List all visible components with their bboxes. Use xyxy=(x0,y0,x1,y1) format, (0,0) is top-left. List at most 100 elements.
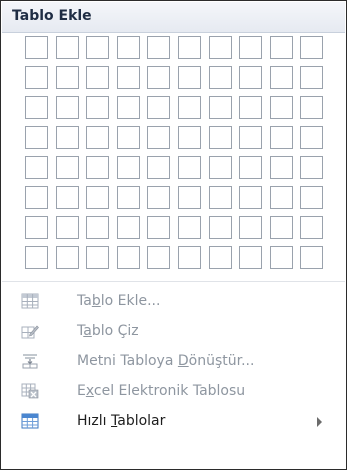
grid-cell[interactable] xyxy=(300,66,323,89)
menu-item-excel-spreadsheet[interactable]: Excel Elektronik Tablosu xyxy=(3,377,344,405)
grid-cell[interactable] xyxy=(178,216,201,239)
grid-cell[interactable] xyxy=(209,126,232,149)
grid-cell[interactable] xyxy=(86,246,109,269)
grid-cell[interactable] xyxy=(209,96,232,119)
grid-cell[interactable] xyxy=(25,66,48,89)
grid-cell[interactable] xyxy=(178,126,201,149)
grid-cell[interactable] xyxy=(86,186,109,209)
grid-cell[interactable] xyxy=(239,96,262,119)
grid-cell[interactable] xyxy=(270,186,293,209)
grid-cell[interactable] xyxy=(209,186,232,209)
grid-cell[interactable] xyxy=(86,96,109,119)
menu-item-label: Tablo Ekle... xyxy=(77,293,161,309)
grid-cell[interactable] xyxy=(117,66,140,89)
grid-cell[interactable] xyxy=(147,186,170,209)
grid-cell[interactable] xyxy=(209,216,232,239)
grid-cell[interactable] xyxy=(178,36,201,59)
grid-cell[interactable] xyxy=(56,126,79,149)
grid-cell[interactable] xyxy=(270,36,293,59)
grid-cell[interactable] xyxy=(86,216,109,239)
grid-cell[interactable] xyxy=(178,156,201,179)
grid-cell[interactable] xyxy=(56,96,79,119)
grid-cell[interactable] xyxy=(25,216,48,239)
grid-cell[interactable] xyxy=(270,156,293,179)
grid-cell[interactable] xyxy=(270,246,293,269)
grid-cell[interactable] xyxy=(147,126,170,149)
grid-cell[interactable] xyxy=(178,66,201,89)
grid-cell[interactable] xyxy=(270,66,293,89)
grid-cell[interactable] xyxy=(270,216,293,239)
grid-cell[interactable] xyxy=(239,216,262,239)
grid-cell[interactable] xyxy=(239,156,262,179)
grid-cell[interactable] xyxy=(209,246,232,269)
menu-item-label: Tablo Çiz xyxy=(77,323,139,339)
grid-cell[interactable] xyxy=(117,126,140,149)
grid-cell[interactable] xyxy=(86,66,109,89)
grid-cell[interactable] xyxy=(56,246,79,269)
grid-cell[interactable] xyxy=(300,96,323,119)
grid-cell[interactable] xyxy=(178,186,201,209)
grid-cell[interactable] xyxy=(239,186,262,209)
grid-cell[interactable] xyxy=(239,66,262,89)
excel-spreadsheet-icon xyxy=(21,383,39,399)
grid-cell[interactable] xyxy=(209,36,232,59)
grid-cell[interactable] xyxy=(147,36,170,59)
quick-tables-icon xyxy=(21,413,39,429)
grid-cell[interactable] xyxy=(56,216,79,239)
submenu-arrow-icon xyxy=(317,417,322,427)
text-to-table-icon xyxy=(22,354,38,369)
menu-item-label: Metni Tabloya Dönüştür... xyxy=(77,353,255,369)
grid-cell[interactable] xyxy=(25,156,48,179)
grid-cell[interactable] xyxy=(117,246,140,269)
grid-cell[interactable] xyxy=(86,156,109,179)
grid-cell[interactable] xyxy=(270,96,293,119)
menu-item-quick-tables[interactable]: Hızlı Tablolar xyxy=(3,407,344,435)
table-grid-icon xyxy=(21,293,39,309)
grid-cell[interactable] xyxy=(56,36,79,59)
table-size-grid xyxy=(25,36,330,276)
grid-cell[interactable] xyxy=(147,156,170,179)
grid-cell[interactable] xyxy=(25,96,48,119)
grid-cell[interactable] xyxy=(147,246,170,269)
grid-cell[interactable] xyxy=(56,156,79,179)
grid-cell[interactable] xyxy=(239,36,262,59)
grid-cell[interactable] xyxy=(25,186,48,209)
insert-table-dropdown: Tablo Ekle Tablo Ekle... Tablo Çiz Metni… xyxy=(0,0,347,470)
grid-cell[interactable] xyxy=(25,126,48,149)
dropdown-title: Tablo Ekle xyxy=(12,8,92,24)
grid-cell[interactable] xyxy=(147,66,170,89)
grid-cell[interactable] xyxy=(209,156,232,179)
grid-cell[interactable] xyxy=(117,36,140,59)
grid-cell[interactable] xyxy=(147,96,170,119)
grid-cell[interactable] xyxy=(270,126,293,149)
grid-cell[interactable] xyxy=(56,66,79,89)
grid-cell[interactable] xyxy=(178,96,201,119)
grid-cell[interactable] xyxy=(300,246,323,269)
grid-cell[interactable] xyxy=(86,36,109,59)
grid-cell[interactable] xyxy=(56,186,79,209)
menu-item-label: Hızlı Tablolar xyxy=(77,413,166,429)
menu-item-convert-text-to-table[interactable]: Metni Tabloya Dönüştür... xyxy=(3,347,344,375)
grid-cell[interactable] xyxy=(117,156,140,179)
grid-cell[interactable] xyxy=(300,216,323,239)
grid-cell[interactable] xyxy=(300,186,323,209)
grid-cell[interactable] xyxy=(178,246,201,269)
grid-cell[interactable] xyxy=(117,216,140,239)
grid-cell[interactable] xyxy=(300,156,323,179)
menu-separator xyxy=(2,281,345,282)
grid-cell[interactable] xyxy=(300,36,323,59)
draw-table-pencil-icon xyxy=(21,325,39,339)
grid-cell[interactable] xyxy=(300,126,323,149)
grid-cell[interactable] xyxy=(209,66,232,89)
grid-cell[interactable] xyxy=(239,126,262,149)
menu-item-draw-table[interactable]: Tablo Çiz xyxy=(3,317,344,345)
grid-cell[interactable] xyxy=(147,216,170,239)
grid-cell[interactable] xyxy=(25,246,48,269)
grid-cell[interactable] xyxy=(86,126,109,149)
grid-cell[interactable] xyxy=(239,246,262,269)
menu-item-insert-table[interactable]: Tablo Ekle... xyxy=(3,287,344,315)
grid-cell[interactable] xyxy=(117,186,140,209)
dropdown-header: Tablo Ekle xyxy=(2,2,345,33)
grid-cell[interactable] xyxy=(25,36,48,59)
grid-cell[interactable] xyxy=(117,96,140,119)
